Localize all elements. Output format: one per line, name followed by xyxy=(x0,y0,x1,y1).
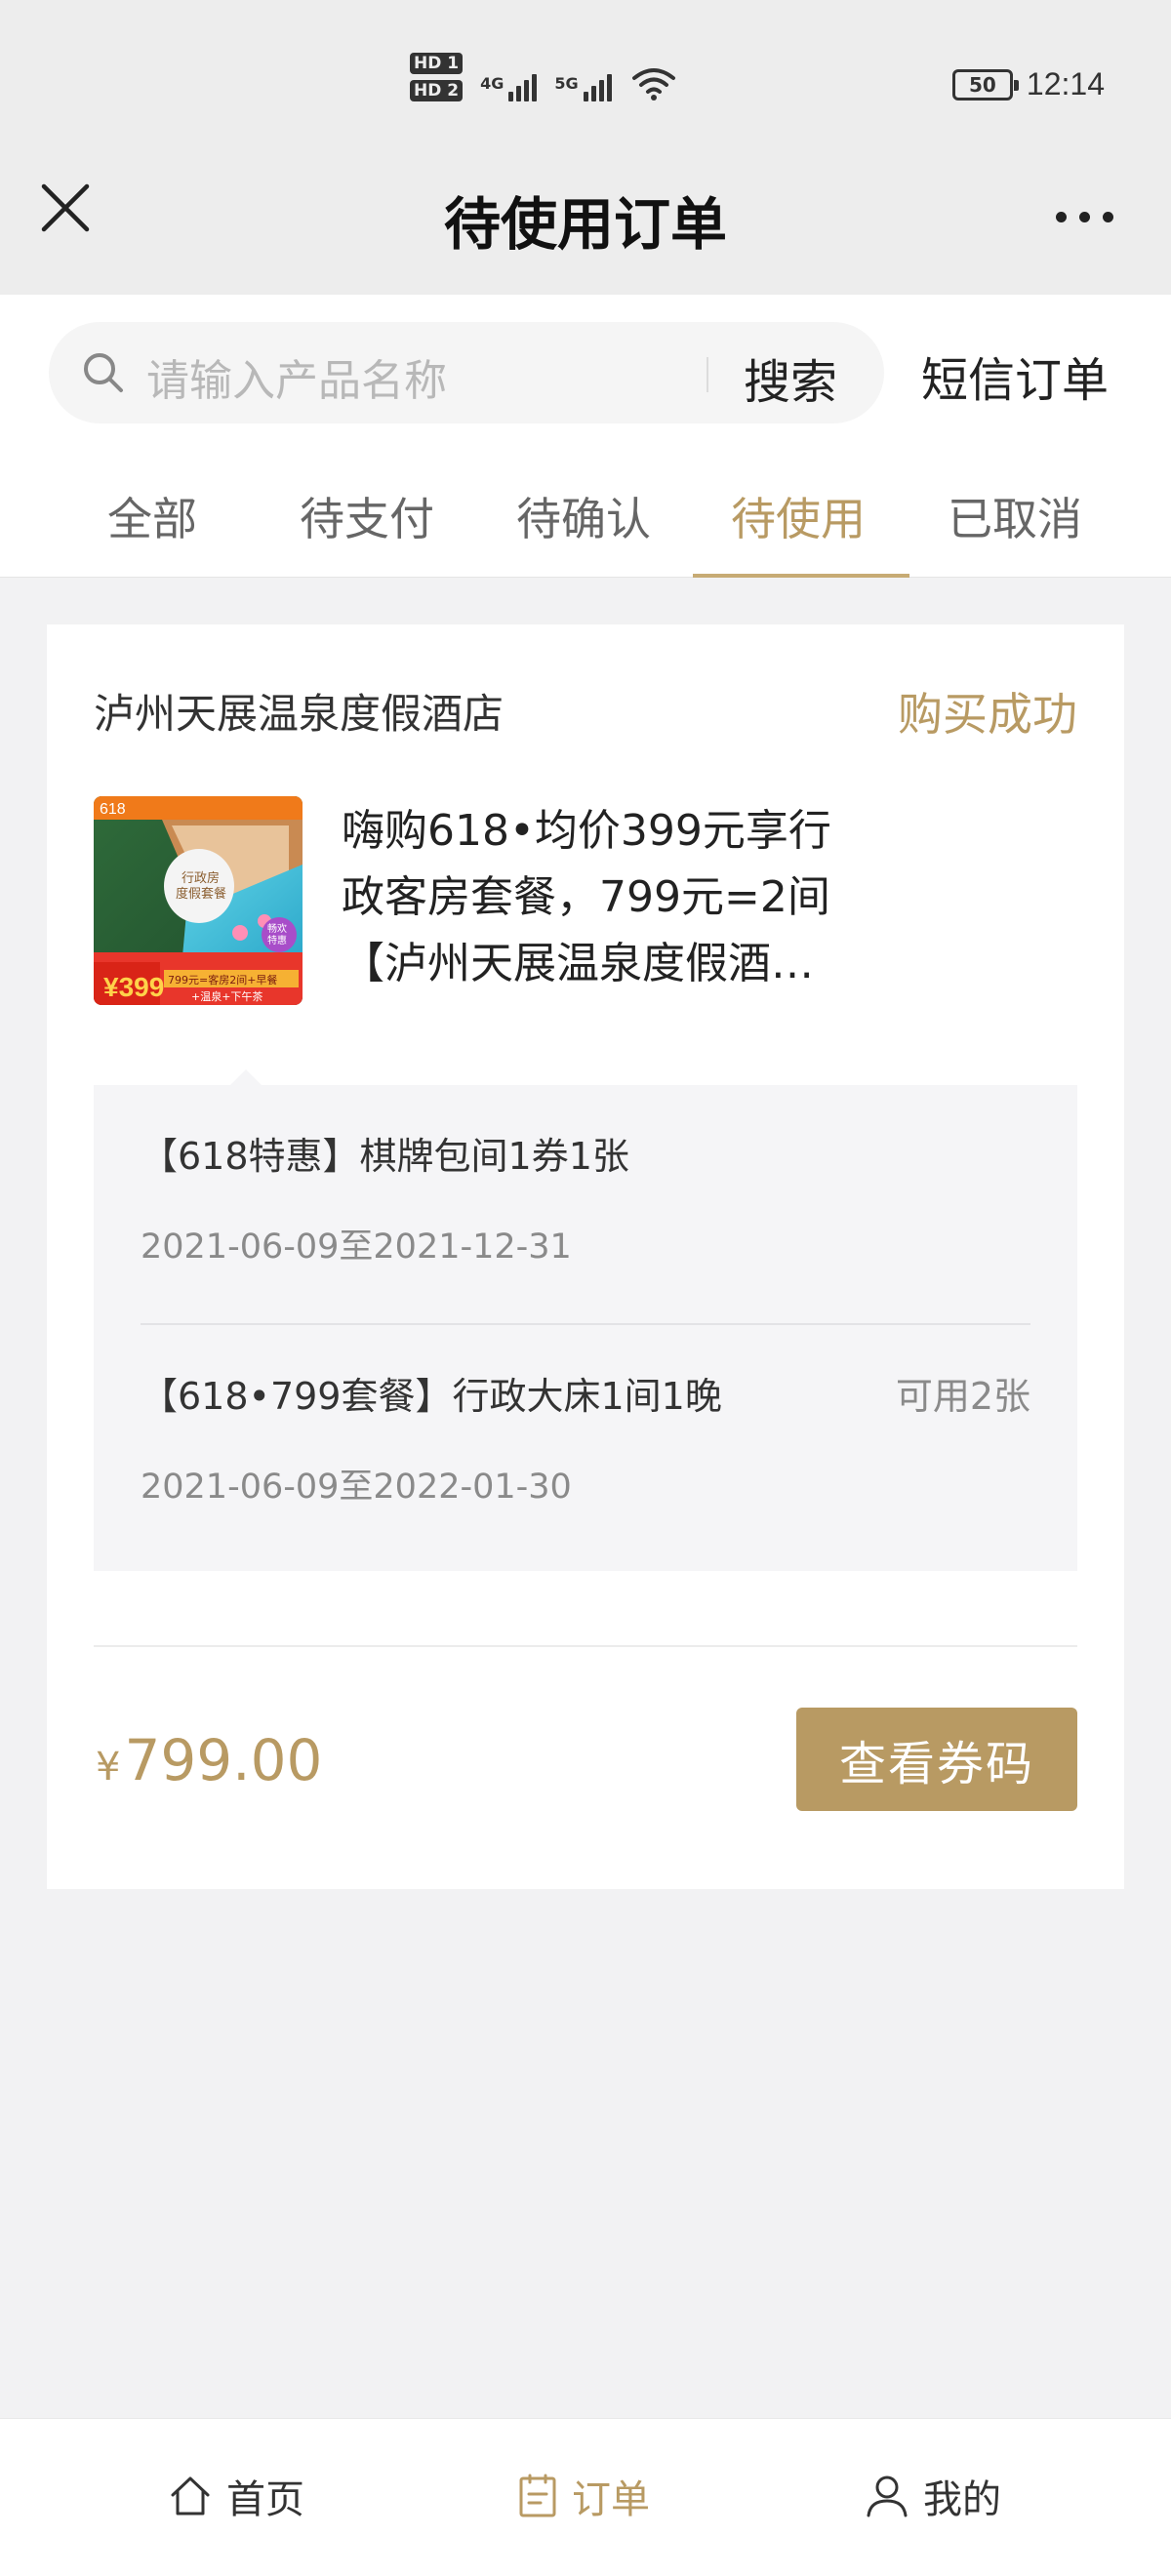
currency-symbol: ¥ xyxy=(96,1745,121,1790)
svg-text:特惠: 特惠 xyxy=(267,934,287,946)
card-divider xyxy=(94,1645,1077,1647)
more-button[interactable] xyxy=(1040,187,1128,246)
tab-pending-payment[interactable]: 待支付 xyxy=(300,484,434,548)
wifi-icon xyxy=(631,68,675,101)
home-icon xyxy=(171,2476,210,2516)
nav-orders[interactable]: 订单 xyxy=(517,2468,650,2524)
nav-profile[interactable]: 我的 xyxy=(865,2468,1001,2524)
item-divider xyxy=(141,1323,1030,1325)
product-title-line: 嗨购618•均价399元享行 xyxy=(342,806,831,856)
user-icon xyxy=(867,2475,908,2517)
voucher-item-validity: 2021-06-09至2021-12-31 xyxy=(141,1228,572,1267)
search-box[interactable]: 请输入产品名称 搜索 xyxy=(49,322,884,423)
order-card[interactable]: 泸州天展温泉度假酒店 购买成功 618 行政房 度假套餐 畅欢 特惠 ¥399 … xyxy=(47,624,1124,1889)
svg-text:度假套餐: 度假套餐 xyxy=(176,886,226,902)
svg-text:618: 618 xyxy=(100,801,126,818)
search-input[interactable]: 请输入产品名称 xyxy=(146,345,447,408)
status-bar: HD 1 HD 2 4G 5G 50 12:14 xyxy=(0,0,1171,176)
more-icon-dot xyxy=(1102,211,1113,222)
more-icon-dot xyxy=(1078,211,1090,222)
active-tab-indicator xyxy=(693,574,909,578)
bottom-nav: 首页 订单 我的 xyxy=(0,2418,1171,2576)
order-icon xyxy=(519,2474,556,2517)
svg-text:行政房: 行政房 xyxy=(182,870,220,886)
svg-text:799元=客房2间+早餐: 799元=客房2间+早餐 xyxy=(168,973,277,986)
voucher-item-validity: 2021-06-09至2022-01-30 xyxy=(141,1468,572,1507)
more-icon xyxy=(1055,211,1067,222)
nav-orders-label: 订单 xyxy=(572,2477,650,2522)
tab-cancelled[interactable]: 已取消 xyxy=(948,484,1082,548)
order-status: 购买成功 xyxy=(898,688,1077,741)
voucher-items: 【618特惠】棋牌包间1券1张 2021-06-09至2021-12-31 【6… xyxy=(94,1069,1077,1571)
signal-5g-icon: 5G xyxy=(554,74,612,101)
nav-home-label: 首页 xyxy=(226,2477,304,2522)
order-tabs: 全部 待支付 待确认 待使用 已取消 xyxy=(0,470,1171,578)
voucher-item: 【618特惠】棋牌包间1券1张 2021-06-09至2021-12-31 xyxy=(141,1126,1030,1268)
clock: 12:14 xyxy=(1026,66,1105,101)
product-image: 618 行政房 度假套餐 畅欢 特惠 ¥399 799元=客房2间+早餐 +温泉… xyxy=(94,796,303,1005)
battery-icon: 50 xyxy=(951,68,1019,101)
view-voucher-code-button[interactable]: 查看券码 xyxy=(796,1708,1077,1811)
voucher-item: 【618•799套餐】行政大床1间1晚 2021-06-09至2022-01-3… xyxy=(141,1366,1030,1509)
search-divider xyxy=(707,357,708,392)
sim1-badge: HD 1 xyxy=(410,53,464,74)
product-thumbnail[interactable]: 618 行政房 度假套餐 畅欢 特惠 ¥399 799元=客房2间+早餐 +温泉… xyxy=(94,796,303,1005)
network-indicators: HD 1 HD 2 4G 5G xyxy=(410,53,676,101)
svg-text:+温泉+下午茶: +温泉+下午茶 xyxy=(191,989,262,1003)
page-title: 待使用订单 xyxy=(443,191,727,258)
svg-text:¥399: ¥399 xyxy=(103,972,164,1002)
battery-level: 50 xyxy=(969,72,996,97)
order-price: ¥ 799.00 xyxy=(96,1727,322,1793)
svg-text:畅欢: 畅欢 xyxy=(267,922,287,935)
product-title-line: 政客房套餐，799元=2间 xyxy=(342,872,830,922)
nav-home[interactable]: 首页 xyxy=(168,2468,304,2524)
search-icon xyxy=(84,353,123,392)
product-title[interactable]: 嗨购618•均价399元享行 政客房套餐，799元=2间 【泸州天展温泉度假酒… xyxy=(342,798,947,997)
sim2-badge: HD 2 xyxy=(410,80,464,101)
search-and-tabs: 请输入产品名称 搜索 短信订单 全部 待支付 待确认 待使用 已取消 xyxy=(0,295,1171,578)
signal-4g-icon: 4G xyxy=(480,74,538,101)
nav-profile-label: 我的 xyxy=(923,2477,1001,2522)
sms-orders-link[interactable]: 短信订单 xyxy=(921,342,1109,410)
product-title-line: 【泸州天展温泉度假酒… xyxy=(342,939,814,988)
price-value: 799.00 xyxy=(124,1727,323,1793)
tab-all[interactable]: 全部 xyxy=(107,484,197,548)
shop-name[interactable]: 泸州天展温泉度假酒店 xyxy=(94,681,504,741)
tab-pending-confirmation[interactable]: 待确认 xyxy=(516,484,651,548)
search-button[interactable]: 搜索 xyxy=(744,343,837,412)
voucher-item-name: 【618特惠】棋牌包间1券1张 xyxy=(141,1135,629,1178)
voucher-item-availability: 可用2张 xyxy=(895,1375,1030,1418)
tab-pending-use[interactable]: 待使用 xyxy=(731,484,866,548)
